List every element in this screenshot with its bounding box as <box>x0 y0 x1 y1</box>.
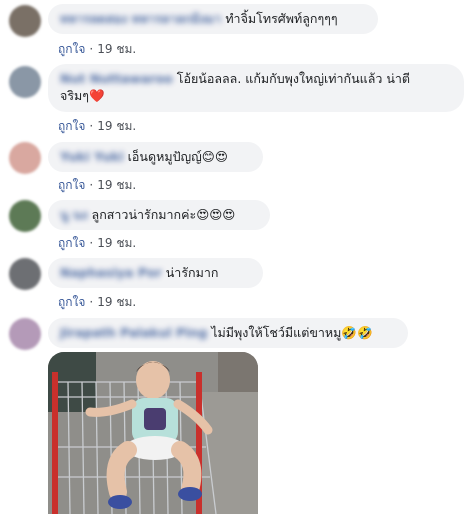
avatar[interactable] <box>9 5 41 37</box>
comment-bubble: Yuki Yuki เอ็นดูหมูปัญญ์😊😍 <box>48 142 263 172</box>
comment-time[interactable]: 19 ชม. <box>97 178 136 192</box>
comment-actions: ถูกใจ · 19 ชม. <box>58 117 136 136</box>
avatar[interactable] <box>9 200 41 232</box>
comment-actions: ถูกใจ · 19 ชม. <box>58 293 136 312</box>
comment-author[interactable]: Naphasiya Por <box>60 264 162 281</box>
comment-bubble: ทหารลดสอง ทหารลาลกมิงมา ทำจิ้มโทรศัพท์ลูก… <box>48 4 378 34</box>
comment-bubble: Naphasiya Por น่ารักมาก <box>48 258 263 288</box>
comment-text: ลูกสาวน่ารักมากค่ะ😍😍😍 <box>91 207 236 222</box>
comment-actions: ถูกใจ · 19 ชม. <box>58 176 136 195</box>
comment-time[interactable]: 19 ชม. <box>97 42 136 56</box>
comment-text: ทำจิ้มโทรศัพท์ลูกๆๆๆ <box>225 11 338 26</box>
comment-time[interactable]: 19 ชม. <box>97 119 136 133</box>
comment-author[interactable]: ทหารลดสอง ทหารลาลกมิงมา <box>60 10 221 27</box>
separator-dot: · <box>89 119 94 133</box>
avatar[interactable] <box>9 142 41 174</box>
comment-bubble: นู นง ลูกสาวน่ารักมากค่ะ😍😍😍 <box>48 200 270 230</box>
comment-author[interactable]: นู นง <box>60 206 88 223</box>
comment-photo[interactable] <box>48 352 258 514</box>
comment-text: เอ็นดูหมูปัญญ์😊😍 <box>127 149 228 164</box>
comment-text: ไม่มีพุงให้โชว์มีแต่ขาหมู🤣🤣 <box>211 325 373 340</box>
comment-text-line-2: จริมๆ❤️ <box>60 88 105 103</box>
separator-dot: · <box>89 236 94 250</box>
separator-dot: · <box>89 42 94 56</box>
like-link[interactable]: ถูกใจ <box>58 295 85 309</box>
avatar[interactable] <box>9 318 41 350</box>
like-link[interactable]: ถูกใจ <box>58 42 85 56</box>
separator-dot: · <box>89 178 94 192</box>
shopping-cart-baby-image <box>48 352 258 514</box>
comment-bubble: Nut Nuttawaroo โอ้ยน้อลลล. แก้มกับพุงใหญ่… <box>48 64 464 112</box>
comment-author[interactable]: Yuki Yuki <box>60 148 124 165</box>
like-link[interactable]: ถูกใจ <box>58 236 85 250</box>
comment-author[interactable]: Jirapath Palakul Ping <box>60 324 207 341</box>
avatar[interactable] <box>9 258 41 290</box>
like-link[interactable]: ถูกใจ <box>58 119 85 133</box>
like-link[interactable]: ถูกใจ <box>58 178 85 192</box>
comment-bubble: Jirapath Palakul Ping ไม่มีพุงให้โชว์มีแต… <box>48 318 408 348</box>
comment-author[interactable]: Nut Nuttawaroo <box>60 70 173 87</box>
comment-time[interactable]: 19 ชม. <box>97 295 136 309</box>
separator-dot: · <box>89 295 94 309</box>
comment-actions: ถูกใจ · 19 ชม. <box>58 40 136 59</box>
avatar[interactable] <box>9 66 41 98</box>
comment-text: น่ารักมาก <box>165 265 219 280</box>
comment-text: โอ้ยน้อลลล. แก้มกับพุงใหญ่เท่ากันแล้ว น่… <box>176 71 411 86</box>
comment-time[interactable]: 19 ชม. <box>97 236 136 250</box>
comment-actions: ถูกใจ · 19 ชม. <box>58 234 136 253</box>
